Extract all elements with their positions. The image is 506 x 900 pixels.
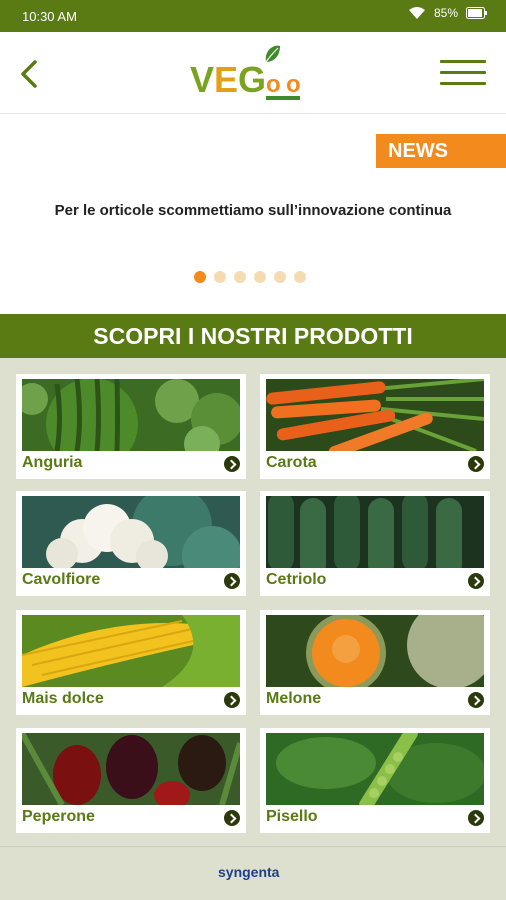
svg-text:o: o bbox=[266, 71, 281, 98]
product-label: Mais dolce bbox=[22, 690, 104, 707]
svg-text:V: V bbox=[190, 59, 214, 100]
product-card-cavolfiore[interactable]: Cavolfiore bbox=[16, 491, 246, 596]
cavolfiore-image bbox=[22, 496, 240, 568]
chevron-right-icon bbox=[468, 692, 484, 708]
carousel-dot[interactable] bbox=[214, 271, 226, 283]
battery-icon bbox=[466, 7, 487, 19]
product-label: Cavolfiore bbox=[22, 571, 101, 588]
status-bar: 10:30 AM 85% bbox=[0, 0, 506, 32]
product-card-carota[interactable]: Carota bbox=[260, 374, 490, 479]
svg-text:G: G bbox=[238, 59, 266, 100]
product-card-mais-dolce[interactable]: Mais dolce bbox=[16, 610, 246, 715]
chevron-right-icon bbox=[224, 456, 240, 472]
chevron-right-icon bbox=[468, 573, 484, 589]
product-card-anguria[interactable]: Anguria bbox=[16, 374, 246, 479]
chevron-left-icon bbox=[21, 60, 37, 88]
products-grid: Anguria Carota Cavolfiore Cetriolo Mais … bbox=[0, 358, 506, 846]
product-label: Melone bbox=[266, 690, 322, 707]
menu-line bbox=[440, 82, 486, 85]
wifi-icon bbox=[408, 7, 425, 19]
footer: syngenta bbox=[0, 846, 506, 900]
carota-image bbox=[266, 379, 484, 451]
svg-text:E: E bbox=[214, 59, 238, 100]
section-title: SCOPRI I NOSTRI PRODOTTI bbox=[0, 314, 506, 358]
mais-dolce-image bbox=[22, 615, 240, 687]
pisello-image bbox=[266, 733, 484, 805]
news-headline[interactable]: Per le orticole scommettiamo sull’innova… bbox=[40, 200, 466, 222]
product-label: Pisello bbox=[266, 808, 318, 825]
carousel-dot[interactable] bbox=[274, 271, 286, 283]
cetriolo-image bbox=[266, 496, 484, 568]
vegoo-logo: V E G o o bbox=[190, 45, 301, 100]
svg-text:o: o bbox=[286, 71, 301, 98]
back-button[interactable] bbox=[12, 54, 46, 94]
news-badge[interactable]: NEWS bbox=[376, 134, 506, 168]
syngenta-logo: syngenta bbox=[218, 864, 280, 880]
carousel-dot[interactable] bbox=[254, 271, 266, 283]
menu-line bbox=[440, 71, 486, 74]
product-card-cetriolo[interactable]: Cetriolo bbox=[260, 491, 490, 596]
product-card-pisello[interactable]: Pisello bbox=[260, 728, 490, 833]
melone-image bbox=[266, 615, 484, 687]
menu-button[interactable] bbox=[440, 60, 486, 92]
product-label: Anguria bbox=[22, 454, 83, 471]
status-time: 10:30 AM bbox=[22, 9, 77, 24]
chevron-right-icon bbox=[468, 810, 484, 826]
product-label: Carota bbox=[266, 454, 317, 471]
peperone-image bbox=[22, 733, 240, 805]
carousel-dot[interactable] bbox=[234, 271, 246, 283]
carousel-dots bbox=[194, 271, 306, 283]
product-label: Cetriolo bbox=[266, 571, 327, 588]
news-carousel: NEWS Per le orticole scommettiamo sull’i… bbox=[0, 114, 506, 312]
battery-percentage: 85% bbox=[433, 6, 458, 20]
anguria-image bbox=[22, 379, 240, 451]
app-header: V E G o o bbox=[0, 32, 506, 114]
carousel-dot[interactable] bbox=[194, 271, 206, 283]
product-card-peperone[interactable]: Peperone bbox=[16, 728, 246, 833]
chevron-right-icon bbox=[224, 810, 240, 826]
product-label: Peperone bbox=[22, 808, 95, 825]
status-icons: 85% bbox=[408, 6, 488, 20]
product-card-melone[interactable]: Melone bbox=[260, 610, 490, 715]
chevron-right-icon bbox=[468, 456, 484, 472]
chevron-right-icon bbox=[224, 692, 240, 708]
menu-line bbox=[440, 60, 486, 63]
carousel-dot[interactable] bbox=[294, 271, 306, 283]
chevron-right-icon bbox=[224, 573, 240, 589]
